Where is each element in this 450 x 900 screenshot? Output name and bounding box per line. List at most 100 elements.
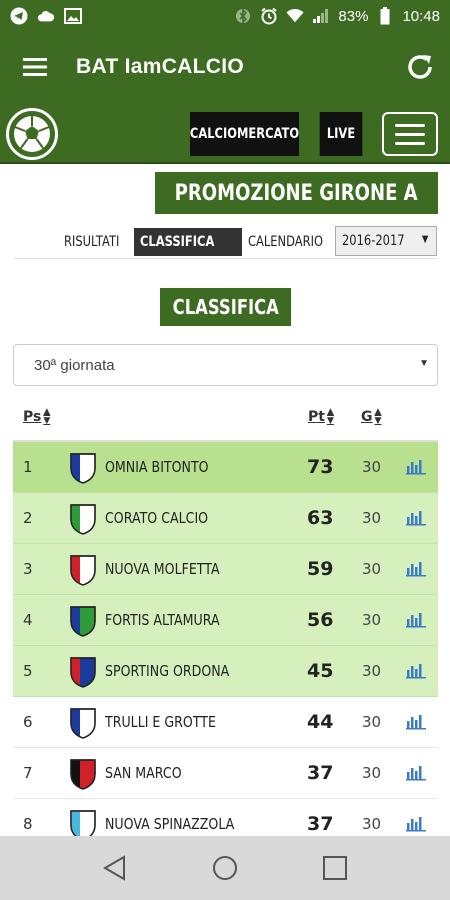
calciomercato-button[interactable]: CALCIOMERCATO (190, 112, 299, 156)
soccer-ball-icon (14, 116, 50, 152)
sort-position[interactable]: Ps ▲ ▼ (23, 408, 50, 426)
table-row[interactable]: 7 SAN MARCO 37 30 (13, 748, 438, 799)
bar-chart-icon[interactable] (405, 763, 427, 781)
table-row[interactable]: 2 CORATO CALCIO 63 30 (13, 493, 438, 544)
recents-button[interactable] (305, 838, 365, 898)
team-games: 30 (362, 764, 382, 782)
row-position: 7 (23, 764, 33, 782)
team-name[interactable]: NUOVA SPINAZZOLA (105, 815, 259, 833)
battery-icon (376, 7, 394, 25)
row-position: 2 (23, 509, 33, 527)
bar-chart-icon[interactable] (405, 814, 427, 832)
system-nav-bar (0, 836, 450, 900)
sort-icon: ▲ ▼ (374, 407, 382, 426)
sort-icon: ▲ ▼ (43, 407, 51, 426)
cloud-icon (37, 7, 55, 25)
caret-down-icon: ▼ (419, 358, 429, 369)
battery-percent: 83% (338, 7, 369, 25)
tab-results[interactable]: RISULTATI (64, 228, 132, 256)
team-name[interactable]: CORATO CALCIO (105, 509, 228, 527)
team-crest-icon (70, 555, 96, 586)
home-circle-icon (213, 856, 237, 880)
row-position: 3 (23, 560, 33, 578)
team-games: 30 (362, 815, 382, 833)
team-name[interactable]: TRULLI E GROTTE (105, 713, 237, 731)
recents-square-icon (323, 856, 347, 880)
caret-down-icon: ▼ (422, 234, 429, 245)
team-points: 44 (307, 711, 334, 733)
team-points: 45 (307, 660, 334, 682)
divider (14, 258, 438, 259)
app-bar: BAT IamCALCIO (0, 32, 450, 102)
sort-points[interactable]: Pt ▲ ▼ (308, 408, 334, 426)
season-select[interactable]: 2016-2017 ▼ (335, 226, 437, 256)
team-games: 30 (362, 509, 382, 527)
team-crest-icon (70, 606, 96, 637)
team-points: 56 (307, 609, 334, 631)
standings-table: 1 OMNIA BITONTO 73 30 2 CORATO CALCIO 63 30 3 NUO… (13, 442, 438, 850)
back-triangle-icon (103, 855, 125, 881)
bluetooth-icon (234, 7, 252, 25)
bar-chart-icon[interactable] (405, 712, 427, 730)
sort-icon: ▲ ▼ (326, 407, 334, 426)
bar-chart-icon[interactable] (405, 457, 427, 475)
team-crest-icon (70, 504, 96, 535)
team-games: 30 (362, 662, 382, 680)
table-row[interactable]: 6 TRULLI E GROTTE 44 30 (13, 697, 438, 748)
standings-header: Ps ▲ ▼ Pt ▲ ▼ G ▲ ▼ (13, 400, 438, 436)
championship-title: PROMOZIONE GIRONE A (155, 172, 438, 214)
team-games: 30 (362, 713, 382, 731)
table-row[interactable]: 5 SPORTING ORDONA 45 30 (13, 646, 438, 697)
sort-games[interactable]: G ▲ ▼ (361, 408, 381, 426)
row-position: 5 (23, 662, 33, 680)
bar-chart-icon[interactable] (405, 559, 427, 577)
team-games: 30 (362, 560, 382, 578)
telegram-icon (10, 7, 28, 25)
team-name[interactable]: SAN MARCO (105, 764, 196, 782)
tab-standings[interactable]: CLASSIFICA (134, 228, 242, 256)
table-row[interactable]: 4 FORTIS ALTAMURA 56 30 (13, 595, 438, 646)
team-name[interactable]: OMNIA BITONTO (105, 458, 228, 476)
row-position: 4 (23, 611, 33, 629)
home-button[interactable] (195, 838, 255, 898)
hamburger-icon (395, 123, 425, 127)
row-position: 1 (23, 458, 33, 476)
team-name[interactable]: SPORTING ORDONA (105, 662, 253, 680)
menu-button[interactable] (0, 32, 70, 102)
team-points: 73 (307, 456, 334, 478)
site-logo[interactable] (6, 108, 58, 160)
table-row[interactable]: 3 NUOVA MOLFETTA 59 30 (13, 544, 438, 595)
team-crest-icon (70, 657, 96, 688)
clock: 10:48 (402, 7, 440, 25)
round-select[interactable]: 30ª giornata ▼ (13, 344, 438, 386)
status-bar: 83% 10:48 (0, 0, 450, 32)
team-points: 63 (307, 507, 334, 529)
row-position: 6 (23, 713, 33, 731)
team-points: 37 (307, 813, 334, 835)
team-crest-icon (70, 759, 96, 790)
team-crest-icon (70, 708, 96, 739)
team-crest-icon (70, 453, 96, 484)
hamburger-icon (23, 58, 47, 76)
bar-chart-icon[interactable] (405, 661, 427, 679)
alarm-icon (260, 7, 278, 25)
image-icon (64, 7, 82, 25)
team-name[interactable]: NUOVA MOLFETTA (105, 560, 241, 578)
team-games: 30 (362, 458, 382, 476)
table-row[interactable]: 1 OMNIA BITONTO 73 30 (13, 442, 438, 493)
team-points: 37 (307, 762, 334, 784)
app-title: BAT IamCALCIO (76, 55, 245, 78)
team-name[interactable]: FORTIS ALTAMURA (105, 611, 241, 629)
site-header: CALCIOMERCATO LIVE (0, 102, 450, 166)
site-menu-button[interactable] (382, 112, 438, 156)
back-button[interactable] (85, 838, 145, 898)
tab-calendar[interactable]: CALENDARIO (248, 228, 339, 256)
bar-chart-icon[interactable] (405, 610, 427, 628)
wifi-icon (286, 7, 304, 25)
refresh-icon (408, 55, 432, 79)
refresh-button[interactable] (390, 32, 450, 102)
bar-chart-icon[interactable] (405, 508, 427, 526)
live-button[interactable]: LIVE (319, 112, 363, 156)
team-games: 30 (362, 611, 382, 629)
signal-icon (312, 7, 330, 25)
